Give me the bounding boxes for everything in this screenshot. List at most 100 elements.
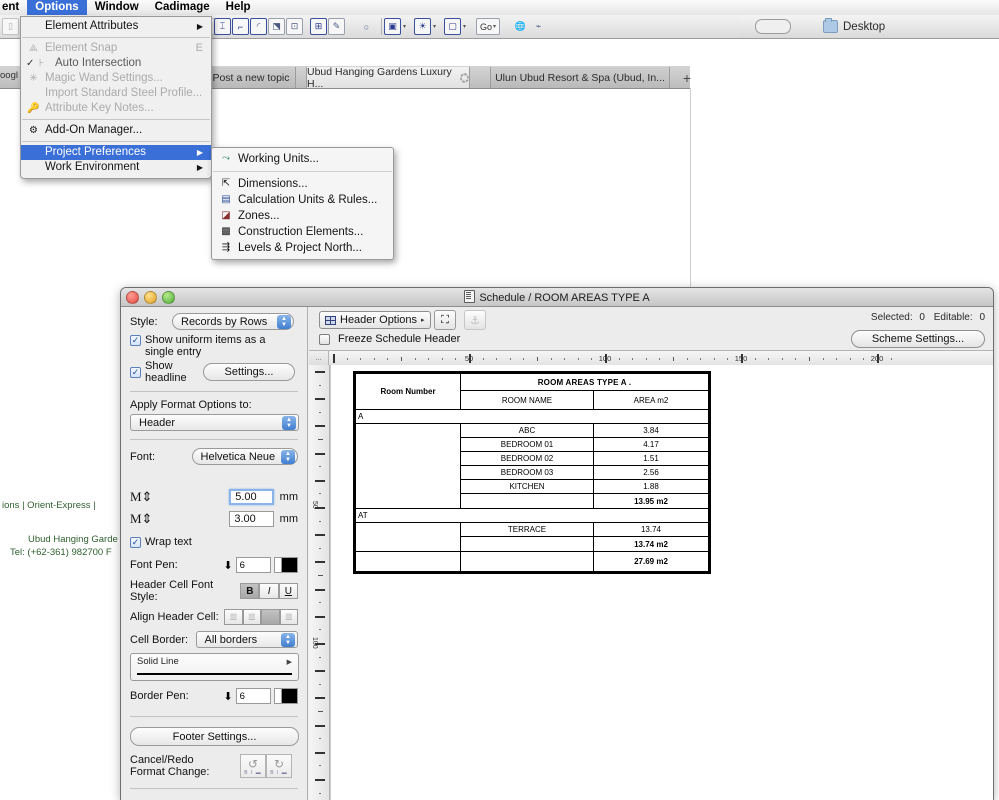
wrap-text-row[interactable]: ✓ Wrap text <box>130 536 298 548</box>
font-pen-color-swatch[interactable] <box>274 557 298 573</box>
table-header-row[interactable]: Room Number ROOM AREAS TYPE A . <box>355 373 709 410</box>
stepper-icon[interactable]: ▲ ▼ <box>277 315 291 329</box>
undo-format-change-button[interactable]: ↺ B I ▬ <box>240 754 266 778</box>
border-pen-color-swatch[interactable] <box>274 688 298 704</box>
window-title-bar[interactable]: Schedule / ROOM AREAS TYPE A <box>121 288 993 307</box>
freeze-schedule-header-row[interactable]: Freeze Schedule Header <box>319 333 460 345</box>
label-icon[interactable]: ✎ <box>328 18 345 35</box>
wrap-text-checkbox[interactable]: ✓ <box>130 537 141 548</box>
header-options-button[interactable]: Header Options ▸ <box>319 311 431 329</box>
area-cell[interactable]: 4.17 <box>593 437 709 452</box>
submenu-item-zones[interactable]: ◪ Zones... <box>212 208 393 224</box>
submenu-item-construction-elements[interactable]: ▩ Construction Elements... <box>212 224 393 240</box>
table-row[interactable]: TERRACE 13.74 <box>355 522 709 552</box>
align-right-button[interactable]: ≣ <box>261 609 280 625</box>
toolbar-pill-button[interactable] <box>755 19 791 34</box>
anchor-button[interactable]: ⚓ <box>464 310 486 330</box>
fit-selection-button[interactable]: ⛶ <box>434 310 456 330</box>
morph-icon[interactable]: ▢ <box>444 18 461 35</box>
group-label-cell[interactable]: AT <box>355 508 709 523</box>
chevron-down-icon[interactable]: ▾ <box>463 23 466 30</box>
browser-tab-ubud-hanging-gardens[interactable]: Ubud Hanging Gardens Luxury H... <box>306 66 470 90</box>
subtotal-value-cell[interactable]: 13.74 m2 <box>593 536 709 552</box>
lamp-icon[interactable]: ☀ <box>414 18 431 35</box>
table-total-row[interactable]: 27.69 m2 <box>355 551 709 572</box>
marker-icon[interactable]: ⌁ <box>530 18 547 35</box>
font-size-minor-input[interactable]: 3.00 <box>229 511 274 527</box>
column-header-room-name[interactable]: ROOM NAME <box>460 390 594 410</box>
apply-format-options-select[interactable]: Header ▲ ▼ <box>130 414 299 431</box>
menu-item-attribute-key-notes[interactable]: 🔑 Attribute Key Notes... <box>21 101 211 116</box>
subtotal-blank-cell[interactable] <box>460 536 594 552</box>
cell-border-select[interactable]: All borders ▲ ▼ <box>195 631 298 648</box>
submenu-item-calculation-units-rules[interactable]: ▤ Calculation Units & Rules... <box>212 192 393 208</box>
redo-format-change-button[interactable]: ↻ B I ▬ <box>266 754 292 778</box>
style-select[interactable]: Records by Rows ▲ ▼ <box>172 313 294 330</box>
go-button[interactable]: Go ▾ <box>476 18 501 35</box>
show-uniform-items-row[interactable]: ✓ Show uniform items as a single entry <box>130 334 298 358</box>
area-cell[interactable]: 1.51 <box>593 451 709 466</box>
room-number-cell[interactable] <box>355 522 461 552</box>
arc-dim-icon[interactable]: ◜ <box>250 18 267 35</box>
total-blank-cell-1[interactable] <box>355 551 461 572</box>
angle-dim-icon[interactable]: ⊡ <box>286 18 303 35</box>
chevron-down-icon[interactable]: ▾ <box>433 23 436 30</box>
menu-item-help[interactable]: Help <box>218 0 259 15</box>
align-left-button[interactable]: ≣ <box>224 609 243 625</box>
align-justify-button[interactable]: ≣ <box>279 609 298 625</box>
room-name-cell[interactable]: ABC <box>460 423 594 438</box>
freeze-schedule-header-checkbox[interactable] <box>319 334 330 345</box>
schedule-canvas[interactable]: Room Number ROOM AREAS TYPE A . ROOM NAME A… <box>330 365 993 800</box>
room-name-cell[interactable]: BEDROOM 01 <box>460 437 594 452</box>
font-size-major-input[interactable]: 5.00 <box>229 489 274 505</box>
schedule-table[interactable]: Room Number ROOM AREAS TYPE A . ROOM NAME A… <box>353 371 711 574</box>
stepper-icon[interactable]: ▲ ▼ <box>281 633 295 647</box>
font-select[interactable]: Helvetica Neue ▲ ▼ <box>191 448 298 465</box>
font-pen-input[interactable]: 6 <box>235 557 272 573</box>
room-name-cell[interactable]: TERRACE <box>460 522 594 537</box>
radial-dim-icon[interactable]: ⌐ <box>232 18 249 35</box>
chevron-down-icon[interactable]: ▸ <box>421 316 425 324</box>
area-cell[interactable]: 2.56 <box>593 465 709 480</box>
vertical-ruler[interactable]: 50 100 <box>309 365 330 800</box>
menu-item-element-attributes[interactable]: Element Attributes ▶ <box>21 19 211 34</box>
footer-settings-button[interactable]: Footer Settings... <box>130 727 299 746</box>
text-icon[interactable]: ⊞ <box>310 18 327 35</box>
subtotal-blank-cell[interactable] <box>460 493 594 509</box>
new-tab-button[interactable]: + <box>672 67 702 88</box>
area-cell[interactable]: 3.84 <box>593 423 709 438</box>
menu-item-element-snap[interactable]: ⟁ Element Snap E <box>21 41 211 56</box>
browser-tab-post-new-topic[interactable]: Post a new topic <box>206 67 296 88</box>
align-center-button[interactable]: ≣ <box>242 609 262 625</box>
menu-item-add-on-manager[interactable]: ⚙ Add-On Manager... <box>21 123 211 138</box>
area-cell[interactable]: 13.74 <box>593 522 709 537</box>
bold-button[interactable]: B <box>240 583 260 599</box>
room-name-cell[interactable]: KITCHEN <box>460 479 594 494</box>
menu-item-cadimage[interactable]: Cadimage <box>147 0 218 15</box>
level-dim-icon[interactable]: ⬔ <box>268 18 285 35</box>
table-row[interactable]: ABC 3.84 <box>355 423 709 509</box>
menu-item-work-environment[interactable]: Work Environment ▶ <box>21 160 211 175</box>
stepper-icon[interactable]: ▲ ▼ <box>281 450 295 464</box>
italic-button[interactable]: I <box>259 583 279 599</box>
menu-item-import-standard-steel-profile[interactable]: Import Standard Steel Profile... <box>21 86 211 101</box>
dimension-icon[interactable]: ⌶ <box>214 18 231 35</box>
submenu-item-working-units[interactable]: ⤳ Working Units... <box>212 151 393 167</box>
show-headline-checkbox[interactable]: ✓ <box>130 367 141 378</box>
menu-item-options[interactable]: Options <box>27 0 87 15</box>
settings-button[interactable]: Settings... <box>203 363 295 381</box>
underline-button[interactable]: U <box>278 583 298 599</box>
group-label-cell[interactable]: A <box>355 409 709 424</box>
menu-item-magic-wand-settings[interactable]: ✳ Magic Wand Settings... <box>21 71 211 86</box>
table-group-row[interactable]: AT <box>355 508 709 523</box>
room-number-cell[interactable] <box>355 423 461 509</box>
column-header-area[interactable]: AREA m2 <box>593 390 709 410</box>
border-pen-input[interactable]: 6 <box>235 688 272 704</box>
column-header-room-number[interactable]: Room Number <box>355 373 461 410</box>
object-icon[interactable]: ▣ <box>384 18 401 35</box>
total-blank-cell-2[interactable] <box>460 551 594 572</box>
circle-tool-icon[interactable]: ○ <box>358 18 375 35</box>
area-cell[interactable]: 1.88 <box>593 479 709 494</box>
subtotal-value-cell[interactable]: 13.95 m2 <box>593 493 709 509</box>
table-group-row[interactable]: A <box>355 409 709 424</box>
